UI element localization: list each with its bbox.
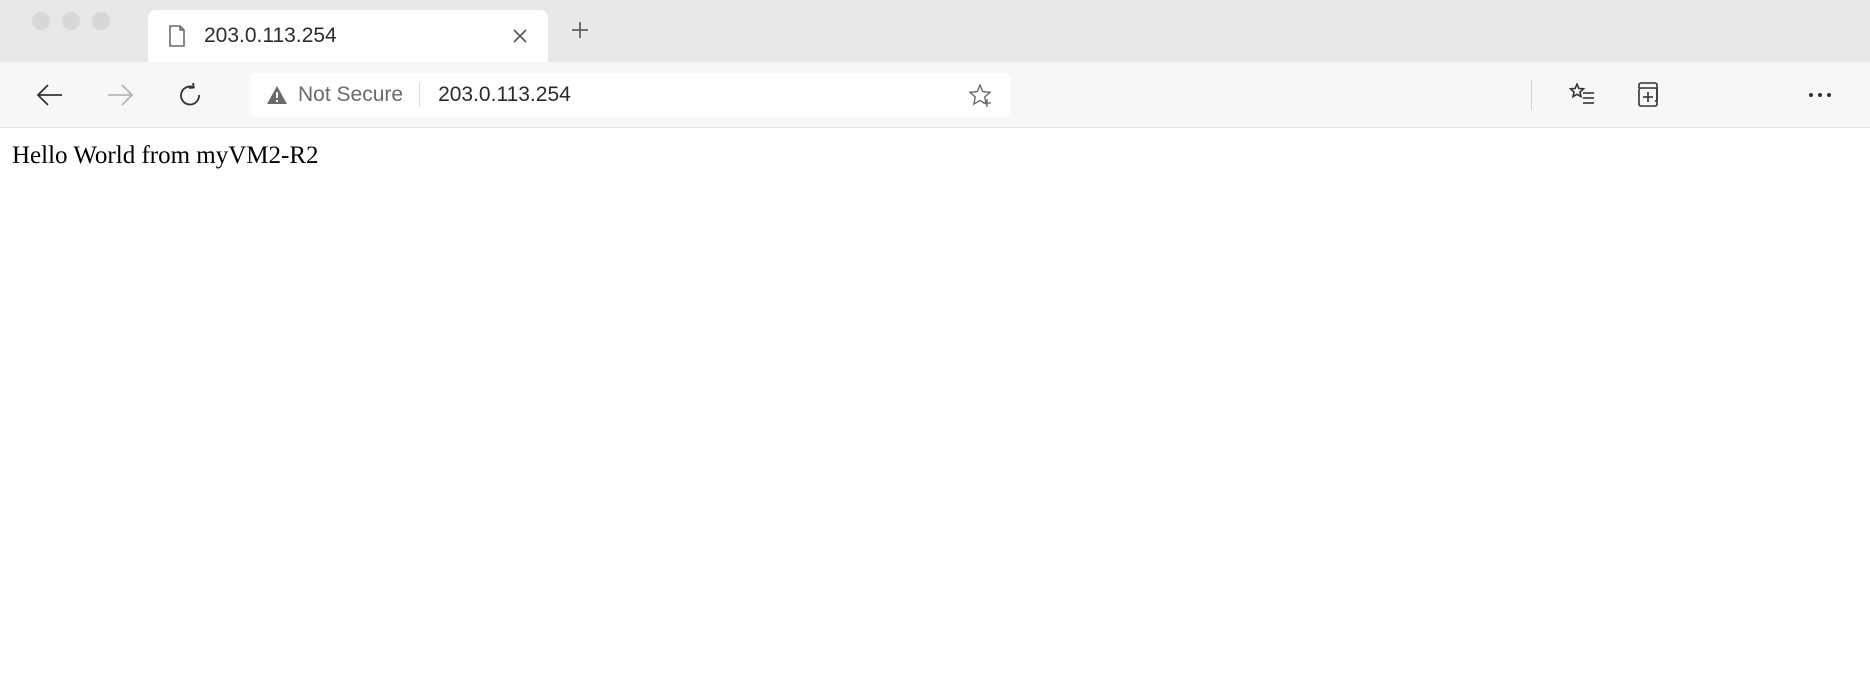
toolbar-right [1525,75,1846,115]
window-controls [20,12,122,44]
security-indicator[interactable]: Not Secure [266,83,420,107]
more-options-button[interactable] [1800,75,1840,115]
window-close-dot[interactable] [32,12,50,30]
window-minimize-dot[interactable] [62,12,80,30]
forward-button[interactable] [94,69,146,121]
tab-title: 203.0.113.254 [204,24,506,48]
page-content: Hello World from myVM2-R2 [0,128,1870,184]
toolbar-divider [1531,80,1532,110]
browser-tab[interactable]: 203.0.113.254 [148,10,548,62]
refresh-button[interactable] [164,69,216,121]
new-tab-button[interactable] [556,6,604,54]
browser-toolbar: Not Secure 203.0.113.254 [0,62,1870,128]
favorite-button[interactable] [962,77,998,113]
warning-icon [266,85,288,105]
security-label: Not Secure [298,83,403,107]
close-tab-button[interactable] [506,22,534,50]
tab-strip: 203.0.113.254 [0,0,1870,62]
favorites-list-button[interactable] [1562,75,1602,115]
back-button[interactable] [24,69,76,121]
window-maximize-dot[interactable] [92,12,110,30]
collections-button[interactable] [1626,75,1666,115]
address-bar[interactable]: Not Secure 203.0.113.254 [250,73,1010,117]
url-text: 203.0.113.254 [438,83,962,107]
page-icon [166,25,188,47]
page-body-text: Hello World from myVM2-R2 [12,142,319,169]
